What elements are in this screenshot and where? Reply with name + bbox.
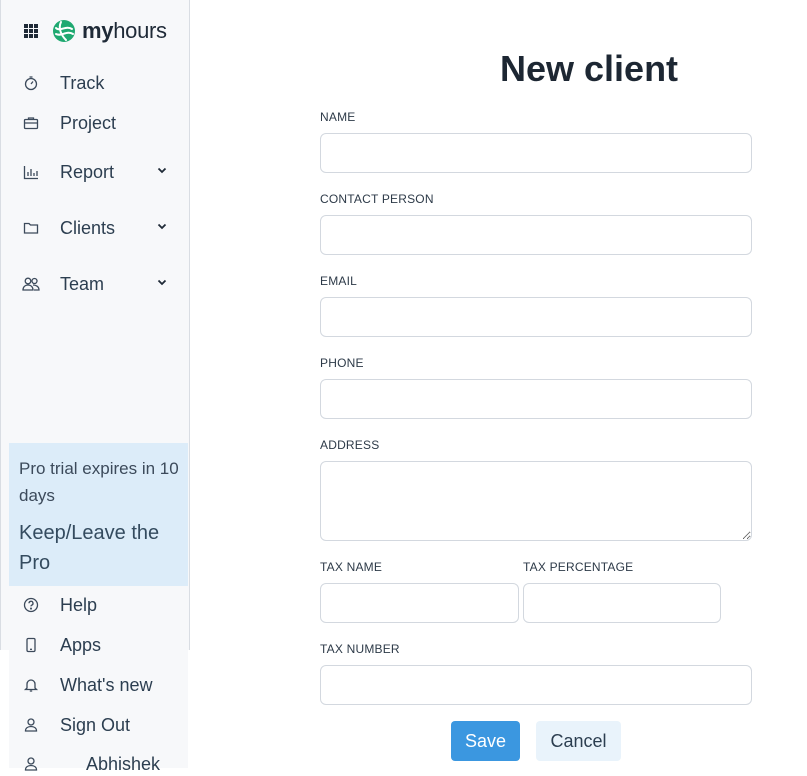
users-icon (22, 275, 40, 293)
trial-banner: Pro trial expires in 10 days Keep/Leave … (9, 443, 188, 586)
sidebar-item-label: What's new (60, 674, 153, 695)
sidebar-item-track[interactable]: Track (22, 71, 172, 95)
user-icon (22, 716, 40, 734)
contact-person-input[interactable] (320, 215, 752, 255)
sidebar-item-label: Team (60, 273, 105, 294)
chevron-down-icon[interactable] (156, 164, 168, 176)
phone-input[interactable] (320, 379, 752, 419)
sidebar-item-label: Apps (60, 634, 102, 655)
sidebar-item-label: Track (60, 72, 105, 93)
tax-name-input[interactable] (320, 583, 519, 623)
keep-leave-pro-link[interactable]: Keep/Leave the Pro (19, 518, 187, 578)
sidebar-item-apps[interactable]: Apps (22, 633, 172, 657)
tax-number-label: TAX NUMBER (320, 642, 400, 656)
sidebar-item-label: Clients (60, 217, 116, 238)
chevron-down-icon[interactable] (156, 276, 168, 288)
address-textarea[interactable] (320, 461, 752, 541)
help-circle-icon (22, 596, 40, 614)
cancel-button[interactable]: Cancel (536, 721, 621, 761)
email-label: EMAIL (320, 274, 358, 288)
sidebar-item-team[interactable]: Team (22, 272, 172, 296)
name-input[interactable] (320, 133, 752, 173)
save-button[interactable]: Save (451, 721, 520, 761)
brand[interactable]: myhours (24, 18, 167, 44)
myhours-logo-icon (53, 20, 75, 42)
smartphone-icon (22, 636, 40, 654)
briefcase-icon (22, 114, 40, 132)
page-title: New client (500, 48, 679, 89)
sidebar-item-clients[interactable]: Clients (22, 216, 172, 240)
sidebar-item-sign-out[interactable]: Sign Out (22, 713, 172, 737)
tax-name-label: TAX NAME (320, 560, 383, 574)
sidebar-item-help[interactable]: Help (22, 593, 172, 617)
user-name: Abhishek (86, 753, 161, 774)
chevron-down-icon[interactable] (156, 220, 168, 232)
name-label: NAME (320, 110, 356, 124)
folder-icon (22, 219, 40, 237)
trial-message: Pro trial expires in 10 days (19, 459, 179, 505)
contact-person-label: CONTACT PERSON (320, 192, 434, 206)
stopwatch-icon (22, 74, 40, 92)
phone-label: PHONE (320, 356, 364, 370)
sidebar-item-label: Project (60, 112, 117, 133)
apps-grid-icon[interactable] (24, 24, 38, 38)
brand-name: myhours (82, 18, 167, 43)
sidebar-item-project[interactable]: Project (22, 111, 172, 135)
tax-percentage-input[interactable] (523, 583, 721, 623)
bar-chart-icon (22, 163, 40, 181)
email-input[interactable] (320, 297, 752, 337)
tax-number-input[interactable] (320, 665, 752, 705)
bell-icon (22, 676, 40, 694)
user-icon (22, 755, 40, 773)
sidebar-item-report[interactable]: Report (22, 160, 172, 184)
sidebar-item-label: Report (60, 161, 115, 182)
sidebar-item-whats-new[interactable]: What's new (22, 673, 172, 697)
tax-percentage-label: TAX PERCENTAGE (523, 560, 634, 574)
sidebar-item-user[interactable]: Abhishek (22, 752, 172, 776)
address-label: ADDRESS (320, 438, 380, 452)
sidebar-item-label: Sign Out (60, 714, 131, 735)
sidebar-item-label: Help (60, 594, 98, 615)
